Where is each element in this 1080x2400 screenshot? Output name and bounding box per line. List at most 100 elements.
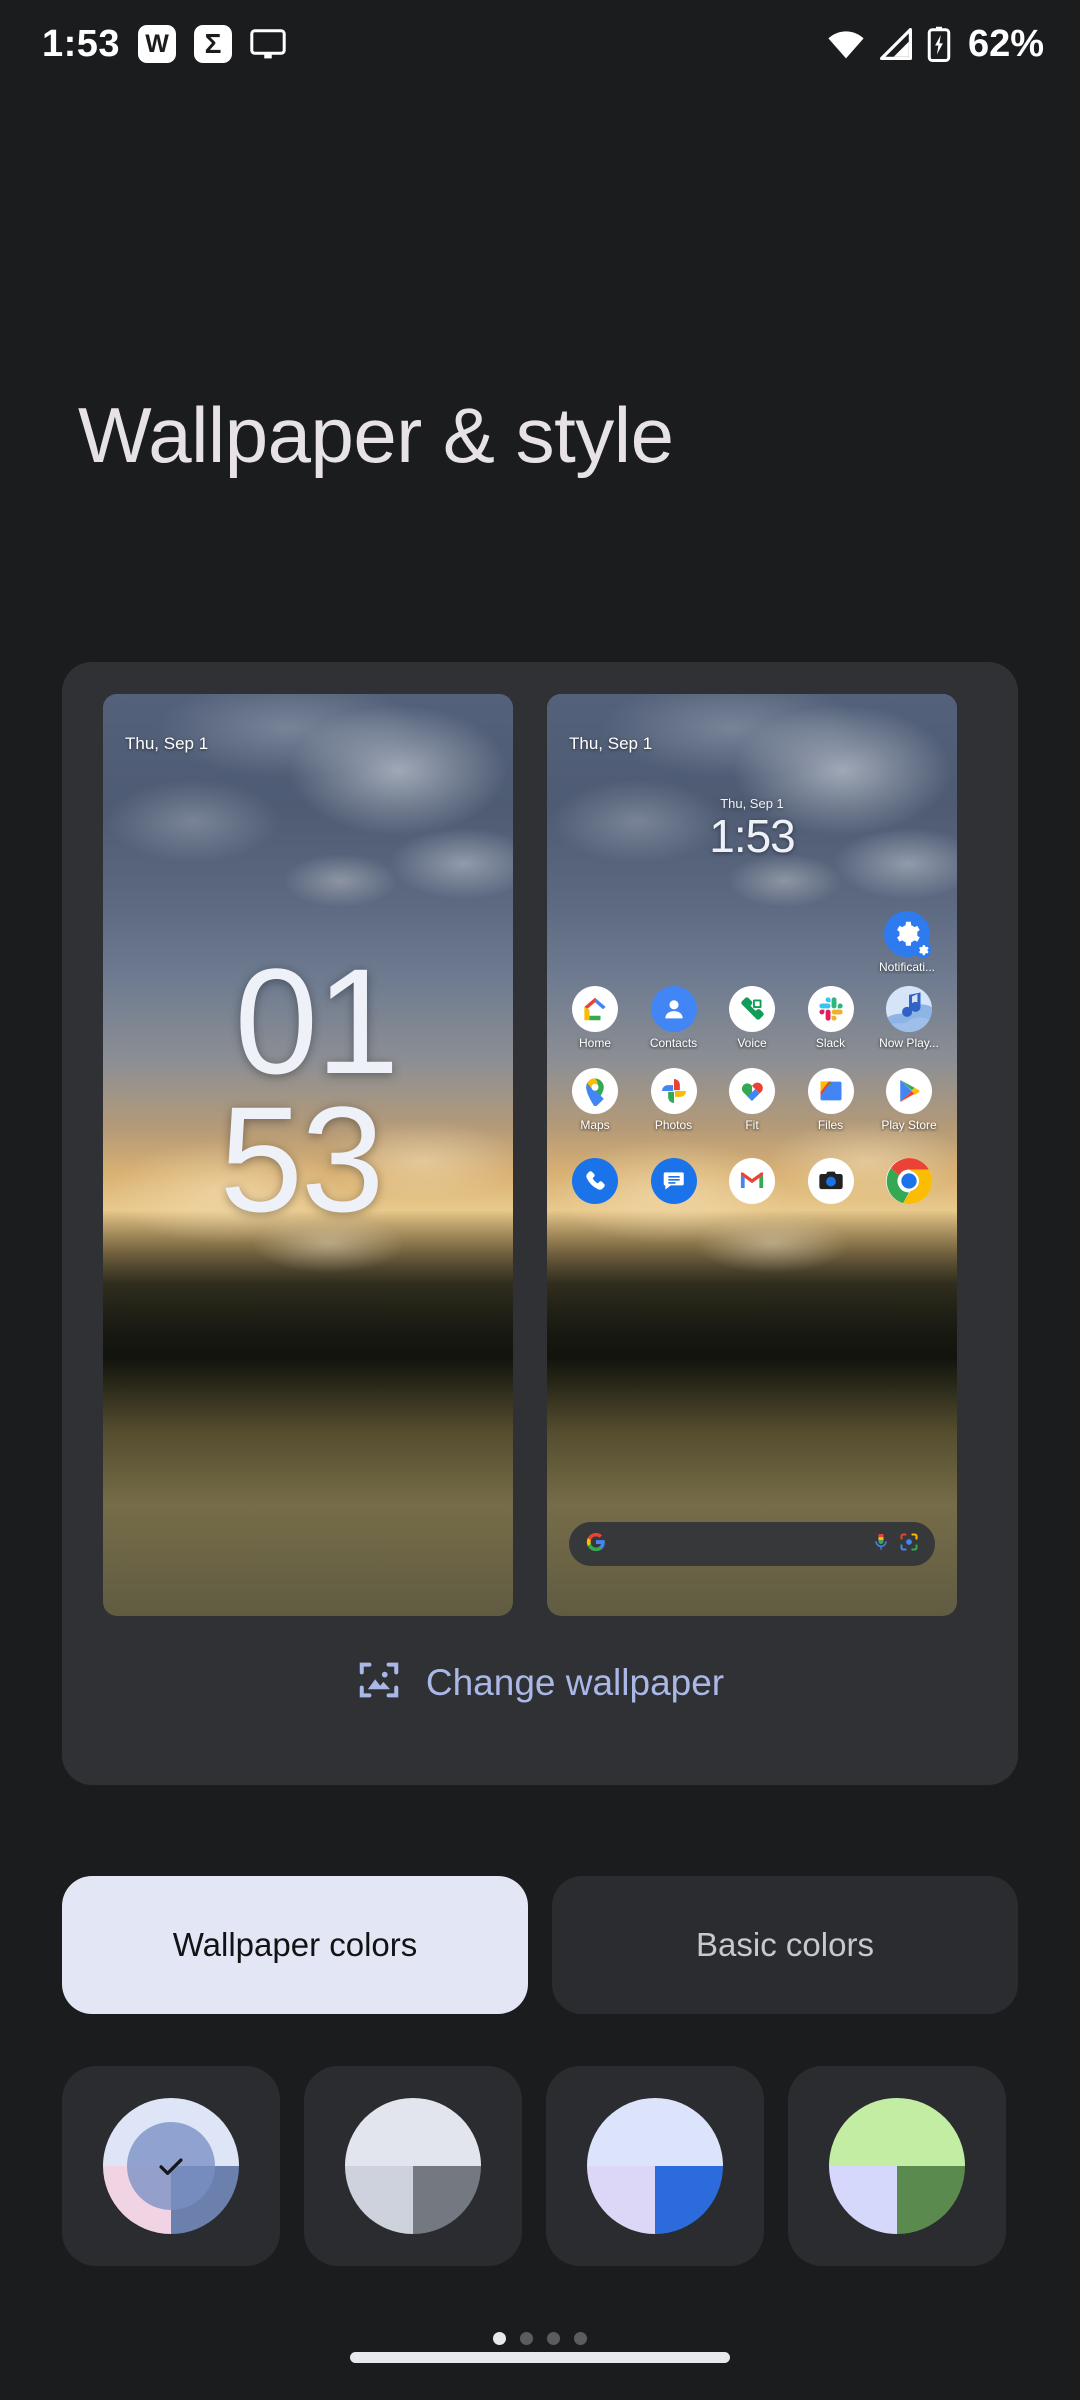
swatch-quadrant-tr [655,2098,723,2166]
wallpaper-preview-card: Thu, Sep 1 01 53 Thu, Sep 1 Thu, Sep 1 1… [62,662,1018,1785]
google-contacts-icon [650,986,697,1032]
messages-icon [650,1158,697,1204]
swatch-quadrant-br [655,2166,723,2234]
color-source-tabs: Wallpaper colors Basic colors [62,1876,1018,2014]
gmail-icon [729,1158,775,1204]
page-title: Wallpaper & style [78,391,674,479]
swatch-preview [345,2098,481,2234]
app-row-2: Maps Photos Fit Files Play Store [561,1068,943,1132]
status-bar-left: 1:53 W Σ [42,23,286,66]
google-photos-icon [650,1068,697,1114]
app-label: Contacts [649,1036,698,1050]
microphone-icon[interactable] [871,1532,891,1557]
swatch-quadrant-bl [587,2166,655,2234]
swatch-quadrant-tl [345,2098,413,2166]
swatch-preview [829,2098,965,2234]
app-icon-chrome[interactable]: Chrome [875,1158,943,1204]
swatch-quadrant-tl [587,2098,655,2166]
swatch-quadrant-bl [345,2166,413,2234]
notification-shortcut-label: Notificati... [878,960,935,974]
page-dot[interactable] [520,2332,533,2345]
app-icon-phone[interactable]: Phone [561,1158,629,1204]
camera-icon [807,1158,854,1204]
slack-icon [807,986,854,1032]
cast-screen-icon [250,29,286,59]
wikipedia-badge-icon: W [138,25,177,63]
home-gesture-pill[interactable] [350,2352,730,2363]
page-dot[interactable] [493,2332,506,2345]
app-icon-fit[interactable]: Fit [718,1068,786,1132]
app-label: Home [578,1036,611,1050]
app-icon-slack[interactable]: Slack [797,986,865,1050]
app-label: Photos [654,1118,693,1132]
google-maps-icon [572,1068,618,1114]
swatch-quadrant-tr [413,2098,481,2166]
app-icon-play-store[interactable]: Play Store [875,1068,943,1132]
change-wallpaper-label: Change wallpaper [425,1661,725,1703]
chrome-icon [886,1158,932,1204]
home-screen-status-date: Thu, Sep 1 [569,734,653,753]
app-icon-files[interactable]: Files [797,1068,865,1132]
app-label: Voice [737,1036,767,1050]
wallpaper-color-option-4[interactable] [788,2066,1006,2266]
app-icon-home[interactable]: Home [561,986,629,1050]
phone-icon [572,1158,618,1204]
app-icon-photos[interactable]: Photos [640,1068,708,1132]
app-icon-contacts[interactable]: Contacts [640,986,708,1050]
cellular-signal-icon [878,28,914,60]
status-bar-clock: 1:53 [42,22,121,65]
notification-settings-shortcut[interactable]: Notificati... [871,911,943,974]
swatch-quadrant-bl [829,2166,897,2234]
home-screen-icon-grid: Home Contacts Voice Slack Now Play... Ma… [561,986,943,1204]
app-label: Play Store [881,1118,937,1132]
app-label: Maps [580,1118,610,1132]
google-files-icon [807,1068,854,1114]
app-label: Files [817,1118,844,1132]
clock-widget-date: Thu, Sep 1 [720,796,784,811]
app-label: Slack [815,1036,846,1050]
lock-clock-minutes: 53 [219,1075,385,1243]
check-icon [159,2158,183,2175]
lock-screen-clock: 01 53 [103,946,513,1243]
sigma-badge-icon: Σ [194,25,233,63]
swatch-preview [103,2098,239,2234]
app-icon-maps[interactable]: Maps [561,1068,629,1132]
image-picker-icon [356,1657,402,1708]
app-label: Now Play... [879,1036,939,1050]
google-search-bar[interactable] [569,1522,935,1566]
settings-gear-icon [884,911,932,959]
swatch-quadrant-br [413,2166,481,2234]
app-icon-now-playing[interactable]: Now Play... [875,986,943,1050]
wallpaper-color-option-3[interactable] [546,2066,764,2266]
swatch-quadrant-tr [897,2098,965,2166]
app-icon-camera[interactable]: Camera [797,1158,865,1204]
app-icon-voice[interactable]: Voice [718,986,786,1050]
battery-percentage: 62% [967,22,1044,65]
wifi-icon [826,28,866,60]
clock-widget[interactable]: Thu, Sep 1 1:53 [547,796,957,859]
lock-screen-date: Thu, Sep 1 [125,734,209,753]
google-g-icon [585,1531,607,1558]
swatch-quadrant-br [897,2166,965,2234]
tab-basic-colors[interactable]: Basic colors [552,1876,1018,2014]
page-dot[interactable] [574,2332,587,2345]
change-wallpaper-button[interactable]: Change wallpaper [62,1657,1018,1708]
status-bar-right: 62% [826,23,1044,66]
google-home-icon [572,986,618,1032]
wallpaper-and-style-screen: 1:53 W Σ 62% Wallpaper & style Thu, Sep … [0,0,1080,2400]
wallpaper-color-option-1[interactable] [62,2066,280,2266]
app-icon-messages[interactable]: Messages [640,1158,708,1204]
color-swatch-list [62,2066,1006,2266]
google-lens-icon[interactable] [899,1532,919,1557]
google-fit-icon [729,1068,775,1114]
home-screen-preview[interactable]: Thu, Sep 1 Thu, Sep 1 1:53 Notificati... [547,694,957,1616]
app-icon-gmail[interactable]: Gmail [718,1158,786,1204]
lock-screen-preview[interactable]: Thu, Sep 1 01 53 [103,694,513,1616]
page-dot[interactable] [547,2332,560,2345]
clock-widget-time: 1:53 [709,810,796,862]
dock-row: Phone Messages [561,1158,943,1204]
app-label: Fit [745,1118,759,1132]
preview-panels: Thu, Sep 1 01 53 Thu, Sep 1 Thu, Sep 1 1… [103,694,957,1616]
wallpaper-color-option-2[interactable] [304,2066,522,2266]
tab-wallpaper-colors[interactable]: Wallpaper colors [62,1876,528,2014]
